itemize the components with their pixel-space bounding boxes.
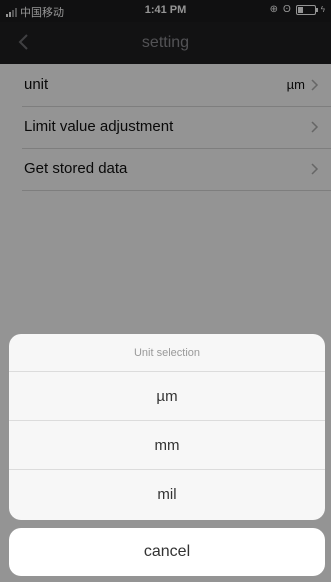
option-um[interactable]: µm: [9, 372, 325, 421]
option-mm[interactable]: mm: [9, 421, 325, 470]
sheet-title: Unit selection: [9, 334, 325, 372]
option-mil[interactable]: mil: [9, 470, 325, 519]
cancel-button[interactable]: cancel: [9, 528, 325, 576]
unit-action-sheet: Unit selection µm mm mil: [9, 334, 325, 520]
